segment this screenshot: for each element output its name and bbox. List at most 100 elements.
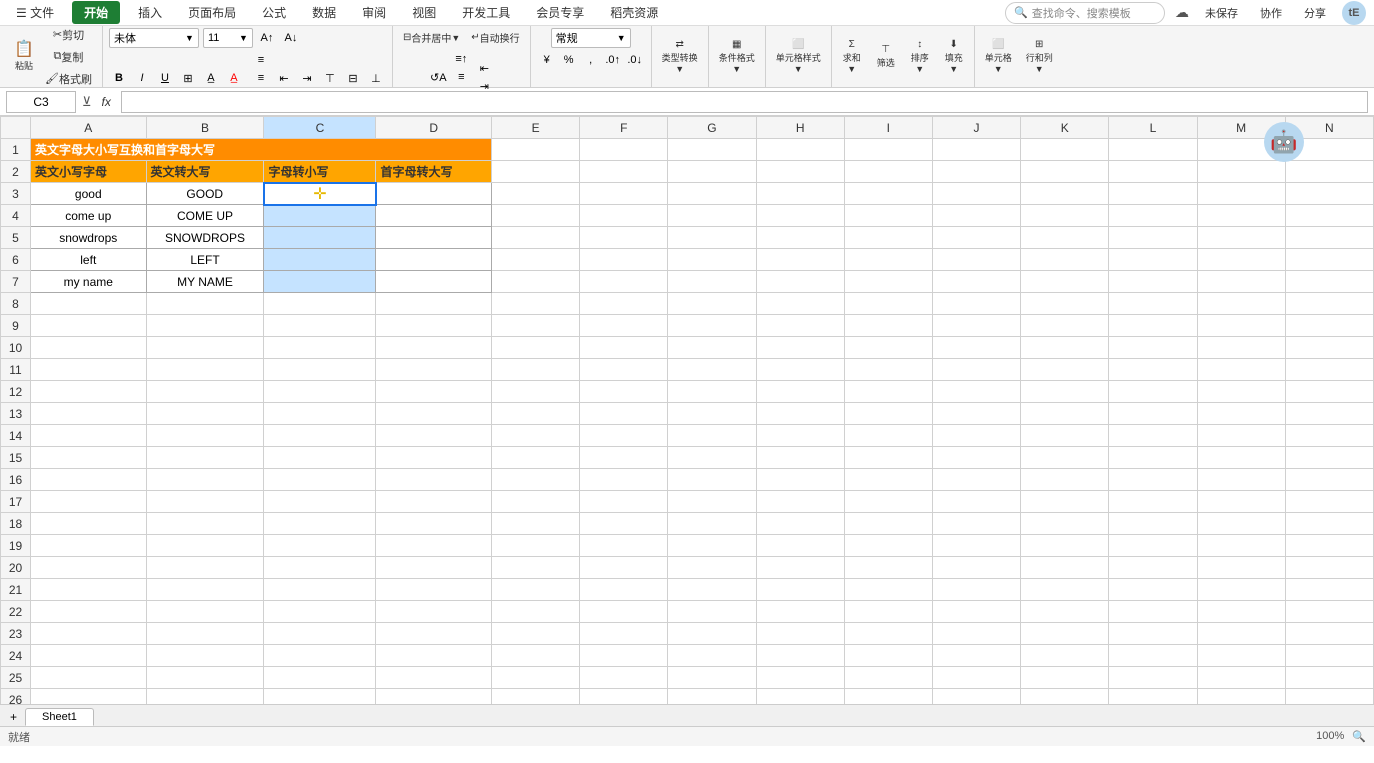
row-header-9[interactable]: 9 (1, 315, 31, 337)
cell-r14c3[interactable] (264, 425, 376, 447)
cell-r8c9[interactable] (844, 293, 932, 315)
cell-r7c2[interactable]: MY NAME (146, 271, 264, 293)
cell-r25c9[interactable] (844, 667, 932, 689)
cell-r10c7[interactable] (668, 337, 756, 359)
menu-dev-tools[interactable]: 开发工具 (454, 1, 518, 24)
cell-r11c4[interactable] (376, 359, 492, 381)
cell-r10c10[interactable] (932, 337, 1020, 359)
cell-r23c5[interactable] (492, 623, 580, 645)
cell-r9c10[interactable] (932, 315, 1020, 337)
cell-r12c12[interactable] (1109, 381, 1197, 403)
cell-r23c7[interactable] (668, 623, 756, 645)
cell-r22c4[interactable] (376, 601, 492, 623)
cell-r8c14[interactable] (1285, 293, 1373, 315)
row-header-24[interactable]: 24 (1, 645, 31, 667)
formula-expand-icon[interactable]: ⊻ (82, 94, 92, 110)
cell-r2c5[interactable] (492, 161, 580, 183)
cell-r10c6[interactable] (580, 337, 668, 359)
menu-review[interactable]: 审阅 (354, 1, 394, 24)
yuan-btn[interactable]: ¥ (537, 51, 557, 69)
cell-r2c3[interactable]: 字母转小写 (264, 161, 376, 183)
cell-r24c7[interactable] (668, 645, 756, 667)
sort-dropdown[interactable]: ▼ (915, 64, 924, 74)
cell-r20c9[interactable] (844, 557, 932, 579)
row-header-1[interactable]: 1 (1, 139, 31, 161)
corner-header[interactable] (1, 117, 31, 139)
cell-r6c11[interactable] (1021, 249, 1109, 271)
cell-r4c2[interactable]: COME UP (146, 205, 264, 227)
cell-r24c6[interactable] (580, 645, 668, 667)
cell-r10c2[interactable] (146, 337, 264, 359)
cell-r21c3[interactable] (264, 579, 376, 601)
cell-r1c10[interactable] (932, 139, 1020, 161)
merge-dropdown-icon[interactable]: ▼ (451, 33, 460, 43)
col-header-c[interactable]: C (264, 117, 376, 139)
cell-r7c4[interactable] (376, 271, 492, 293)
cell-r10c1[interactable] (31, 337, 147, 359)
sort-btn[interactable]: ↕ 排序 ▼ (906, 37, 934, 76)
row-header-4[interactable]: 4 (1, 205, 31, 227)
collaborate-btn[interactable]: 协作 (1254, 3, 1288, 23)
col-header-k[interactable]: K (1021, 117, 1109, 139)
cell-r25c13[interactable] (1197, 667, 1285, 689)
cell-r17c3[interactable] (264, 491, 376, 513)
cell-style-btn[interactable]: ⬜ 单元格样式 ▼ (772, 37, 825, 76)
cell-r6c3[interactable] (264, 249, 376, 271)
cell-r5c10[interactable] (932, 227, 1020, 249)
cell-r5c13[interactable] (1197, 227, 1285, 249)
cell-r15c2[interactable] (146, 447, 264, 469)
cell-r19c8[interactable] (756, 535, 844, 557)
cell-r6c5[interactable] (492, 249, 580, 271)
cell-r6c9[interactable] (844, 249, 932, 271)
cell-r6c6[interactable] (580, 249, 668, 271)
cut-btn[interactable]: ✂ 剪切 (41, 25, 96, 45)
cell-r18c5[interactable] (492, 513, 580, 535)
cell-r12c8[interactable] (756, 381, 844, 403)
cell-r6c8[interactable] (756, 249, 844, 271)
cell-r8c8[interactable] (756, 293, 844, 315)
cell-r26c13[interactable] (1197, 689, 1285, 705)
cell-r26c11[interactable] (1021, 689, 1109, 705)
cell-r7c12[interactable] (1109, 271, 1197, 293)
cell-r2c8[interactable] (756, 161, 844, 183)
row-header-25[interactable]: 25 (1, 667, 31, 689)
row-header-11[interactable]: 11 (1, 359, 31, 381)
cell-r23c9[interactable] (844, 623, 932, 645)
cell-r5c9[interactable] (844, 227, 932, 249)
cell-r24c3[interactable] (264, 645, 376, 667)
cell-r20c14[interactable] (1285, 557, 1373, 579)
cell-r18c10[interactable] (932, 513, 1020, 535)
cell-r15c7[interactable] (668, 447, 756, 469)
col-header-b[interactable]: B (146, 117, 264, 139)
cell-r24c9[interactable] (844, 645, 932, 667)
cell-r23c8[interactable] (756, 623, 844, 645)
type-convert-dropdown[interactable]: ▼ (675, 64, 684, 74)
cell-r25c7[interactable] (668, 667, 756, 689)
cell-r7c3[interactable] (264, 271, 376, 293)
cell-r9c14[interactable] (1285, 315, 1373, 337)
cell-r3c7[interactable] (668, 183, 756, 205)
cell-r4c6[interactable] (580, 205, 668, 227)
cell-r3c12[interactable] (1109, 183, 1197, 205)
cell-r14c5[interactable] (492, 425, 580, 447)
cell-r3c8[interactable] (756, 183, 844, 205)
cell-r9c5[interactable] (492, 315, 580, 337)
cell-r10c13[interactable] (1197, 337, 1285, 359)
cell-r5c5[interactable] (492, 227, 580, 249)
col-header-f[interactable]: F (580, 117, 668, 139)
decrease-font-btn[interactable]: A↓ (281, 29, 301, 47)
cell-r25c2[interactable] (146, 667, 264, 689)
cell-r19c14[interactable] (1285, 535, 1373, 557)
bold-btn[interactable]: B (109, 69, 129, 87)
cell-r4c13[interactable] (1197, 205, 1285, 227)
cell-r14c14[interactable] (1285, 425, 1373, 447)
cell-r12c4[interactable] (376, 381, 492, 403)
fx-icon[interactable]: fx (98, 95, 115, 109)
cell-r15c10[interactable] (932, 447, 1020, 469)
cell-r21c7[interactable] (668, 579, 756, 601)
cell-r15c13[interactable] (1197, 447, 1285, 469)
cell-r26c7[interactable] (668, 689, 756, 705)
cell-r19c3[interactable] (264, 535, 376, 557)
cell-r26c1[interactable] (31, 689, 147, 705)
menu-resources[interactable]: 稻壳资源 (602, 1, 666, 24)
